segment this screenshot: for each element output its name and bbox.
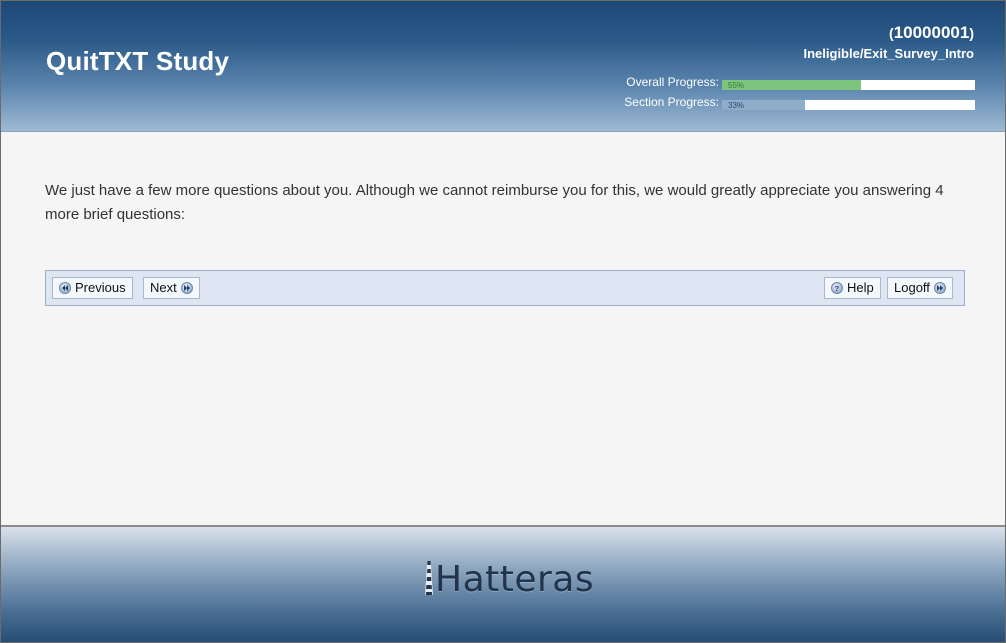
page-path: Ineligible/Exit_Survey_Intro <box>803 46 975 61</box>
user-id-value: 10000001 <box>893 23 970 42</box>
section-progress-value: 33% <box>728 101 745 110</box>
help-button-label: Help <box>847 280 874 295</box>
next-button-label: Next <box>150 280 177 295</box>
section-progress-label: Section Progress: <box>624 95 719 109</box>
overall-progress-bar: 55% <box>722 80 975 90</box>
fast-forward-icon <box>933 282 946 294</box>
footer: Hatteras <box>1 525 1005 642</box>
navigation-bar: Previous Next ? Help Logoff <box>45 270 965 306</box>
lighthouse-icon <box>425 561 433 595</box>
app-window: QuitTXT Study (10000001) Ineligible/Exit… <box>0 0 1006 643</box>
header: QuitTXT Study (10000001) Ineligible/Exit… <box>1 1 1005 132</box>
section-progress-bar: 33% <box>722 100 975 110</box>
logo-text: Hatteras <box>435 559 595 600</box>
help-icon: ? <box>831 282 843 294</box>
rewind-icon <box>59 282 71 294</box>
next-button[interactable]: Next <box>143 277 200 299</box>
study-title: QuitTXT Study <box>46 46 230 76</box>
logoff-button[interactable]: Logoff <box>887 277 953 299</box>
previous-button[interactable]: Previous <box>52 277 133 299</box>
logoff-button-label: Logoff <box>894 280 930 295</box>
user-id: (10000001) <box>889 23 974 42</box>
survey-message: We just have a few more questions about … <box>45 182 944 223</box>
svg-text:?: ? <box>835 284 840 292</box>
fast-forward-icon <box>180 282 193 294</box>
overall-progress-label: Overall Progress: <box>626 75 719 89</box>
hatteras-logo: Hatteras <box>423 559 595 600</box>
previous-button-label: Previous <box>75 280 126 295</box>
help-button[interactable]: ? Help <box>824 277 881 299</box>
overall-progress-value: 55% <box>728 81 745 90</box>
